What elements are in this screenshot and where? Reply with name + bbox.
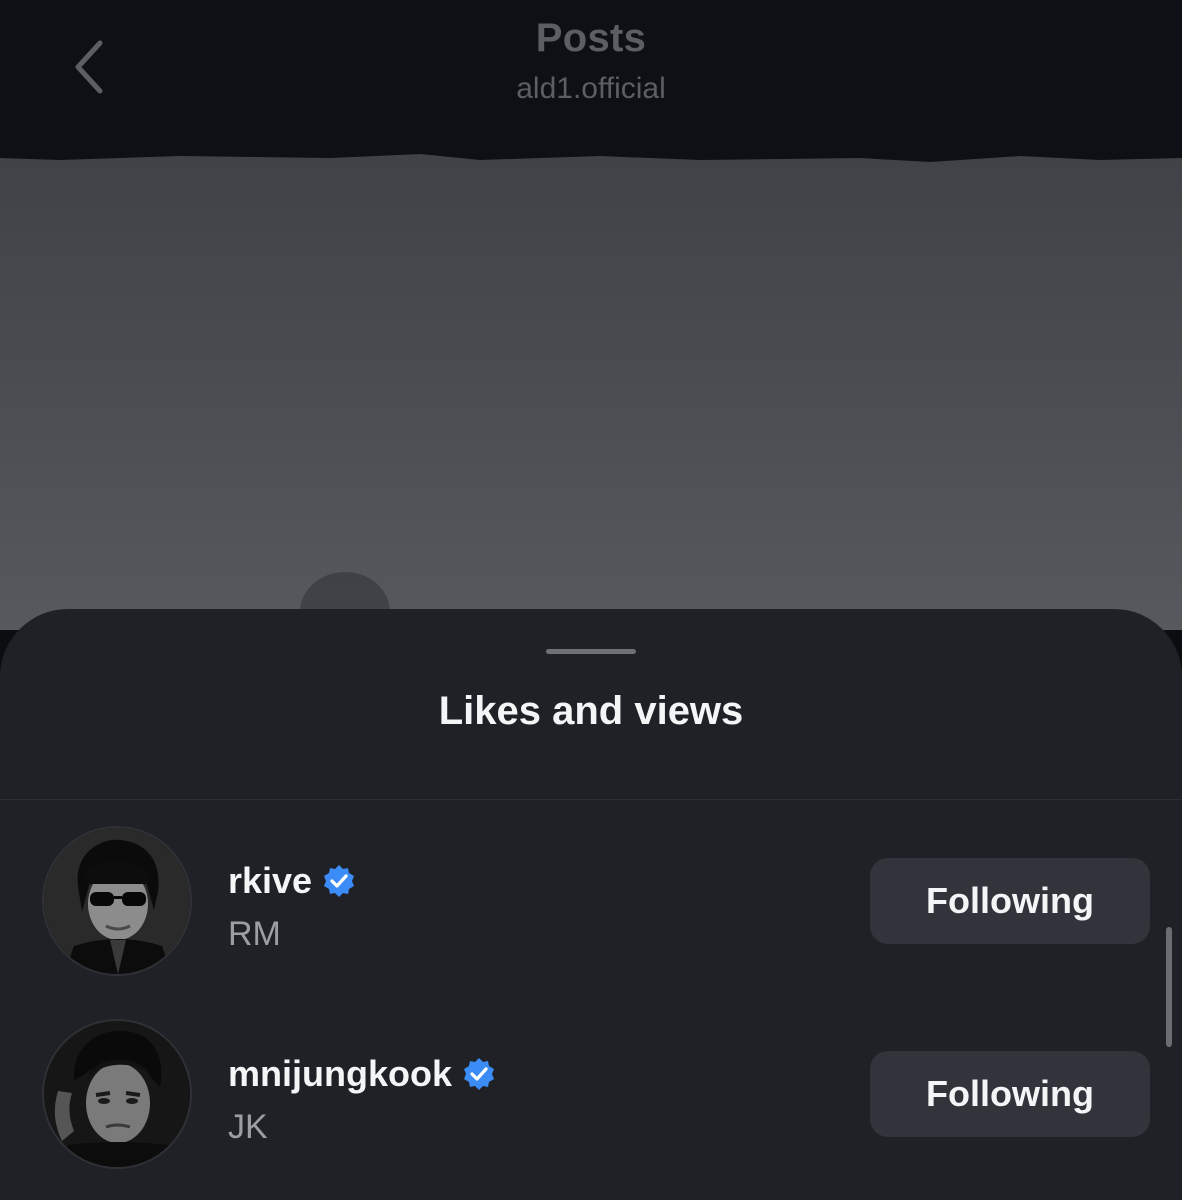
- scrollbar[interactable]: [1166, 927, 1172, 1047]
- verified-badge-icon: [464, 1058, 494, 1090]
- username: mnijungkook: [228, 1053, 452, 1094]
- avatar[interactable]: [42, 1019, 192, 1169]
- username-line[interactable]: mnijungkook: [228, 1053, 496, 1095]
- sheet-grabber-handle[interactable]: [546, 649, 636, 654]
- divider: [0, 799, 1182, 800]
- username-line[interactable]: rkive: [228, 860, 356, 902]
- list-item: rkive RM Following: [0, 826, 1182, 976]
- top-header: Posts ald1.official: [0, 0, 1182, 152]
- following-button[interactable]: Following: [870, 858, 1150, 944]
- post-image: [0, 150, 1182, 630]
- likes-sheet: Likes and views rkive RM Following mniju…: [0, 609, 1182, 1200]
- sheet-title: Likes and views: [438, 689, 744, 733]
- following-button[interactable]: Following: [870, 1051, 1150, 1137]
- page-title: Posts: [535, 16, 647, 60]
- verified-badge-icon: [324, 865, 355, 897]
- screen: Posts ald1.official Likes and views rkiv…: [0, 0, 1182, 1200]
- page-subtitle: ald1.official: [516, 72, 666, 105]
- full-name: RM: [228, 915, 281, 953]
- username: rkive: [228, 860, 313, 901]
- full-name: JK: [228, 1108, 268, 1146]
- avatar[interactable]: [42, 826, 192, 976]
- list-item: mnijungkook JK Following: [0, 1019, 1182, 1169]
